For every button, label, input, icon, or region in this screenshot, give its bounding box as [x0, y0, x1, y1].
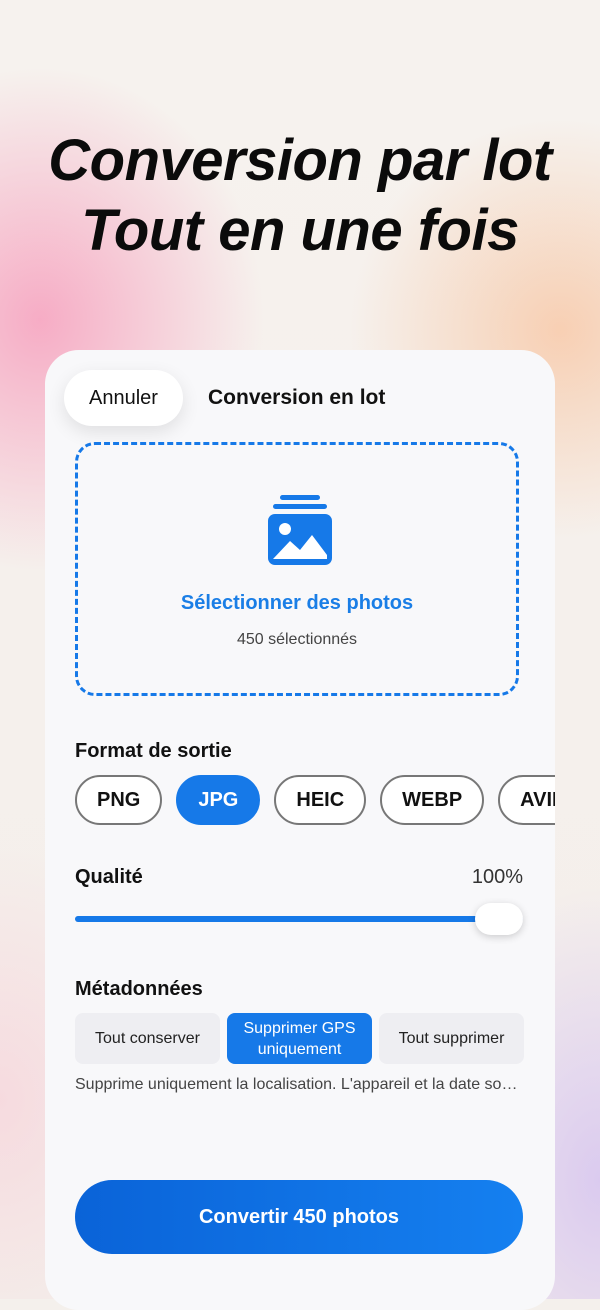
- format-chip-png[interactable]: PNG: [75, 775, 163, 825]
- quality-label: Qualité: [75, 866, 143, 888]
- metadata-option-keep-all[interactable]: Tout conserver: [75, 1013, 220, 1064]
- format-chip-jpg[interactable]: JPG: [176, 775, 261, 825]
- quality-slider[interactable]: [75, 903, 523, 935]
- metadata-description: Supprime uniquement la localisation. L'a…: [75, 1076, 521, 1093]
- format-chip-list: PNG JPG HEIC WEBP AVIF: [75, 775, 555, 825]
- quality-slider-thumb[interactable]: [475, 903, 523, 935]
- format-chip-webp[interactable]: WEBP: [380, 775, 485, 825]
- select-photos-label: Sélectionner des photos: [180, 592, 414, 614]
- format-chip-avif[interactable]: AVIF: [498, 775, 555, 825]
- quality-slider-fill: [75, 916, 523, 922]
- selected-count: 450 sélectionnés: [236, 631, 358, 648]
- quality-value: 100%: [471, 866, 523, 888]
- format-chip-heic[interactable]: HEIC: [274, 775, 367, 825]
- sheet-title: Conversion en lot: [208, 386, 386, 409]
- hero-title-line-1: Conversion par lot: [48, 128, 552, 193]
- metadata-option-remove-gps[interactable]: Supprimer GPS uniquement: [227, 1013, 372, 1064]
- metadata-segmented-control: Tout conserver Supprimer GPS uniquement …: [75, 1013, 524, 1064]
- hero-title-line-2: Tout en une fois: [81, 198, 519, 263]
- metadata-label: Métadonnées: [75, 978, 203, 1000]
- hero-title: Conversion par lot Tout en une fois: [0, 126, 600, 266]
- output-format-label: Format de sortie: [75, 740, 232, 762]
- photo-stack-icon: [268, 495, 332, 565]
- batch-conversion-sheet: Annuler Conversion en lot Sélectionner d…: [45, 350, 555, 1310]
- cancel-button[interactable]: Annuler: [64, 370, 183, 426]
- metadata-option-remove-all[interactable]: Tout supprimer: [379, 1013, 524, 1064]
- convert-button[interactable]: Convertir 450 photos: [75, 1180, 523, 1254]
- photo-picker-dropzone[interactable]: Sélectionner des photos 450 sélectionnés: [75, 442, 519, 696]
